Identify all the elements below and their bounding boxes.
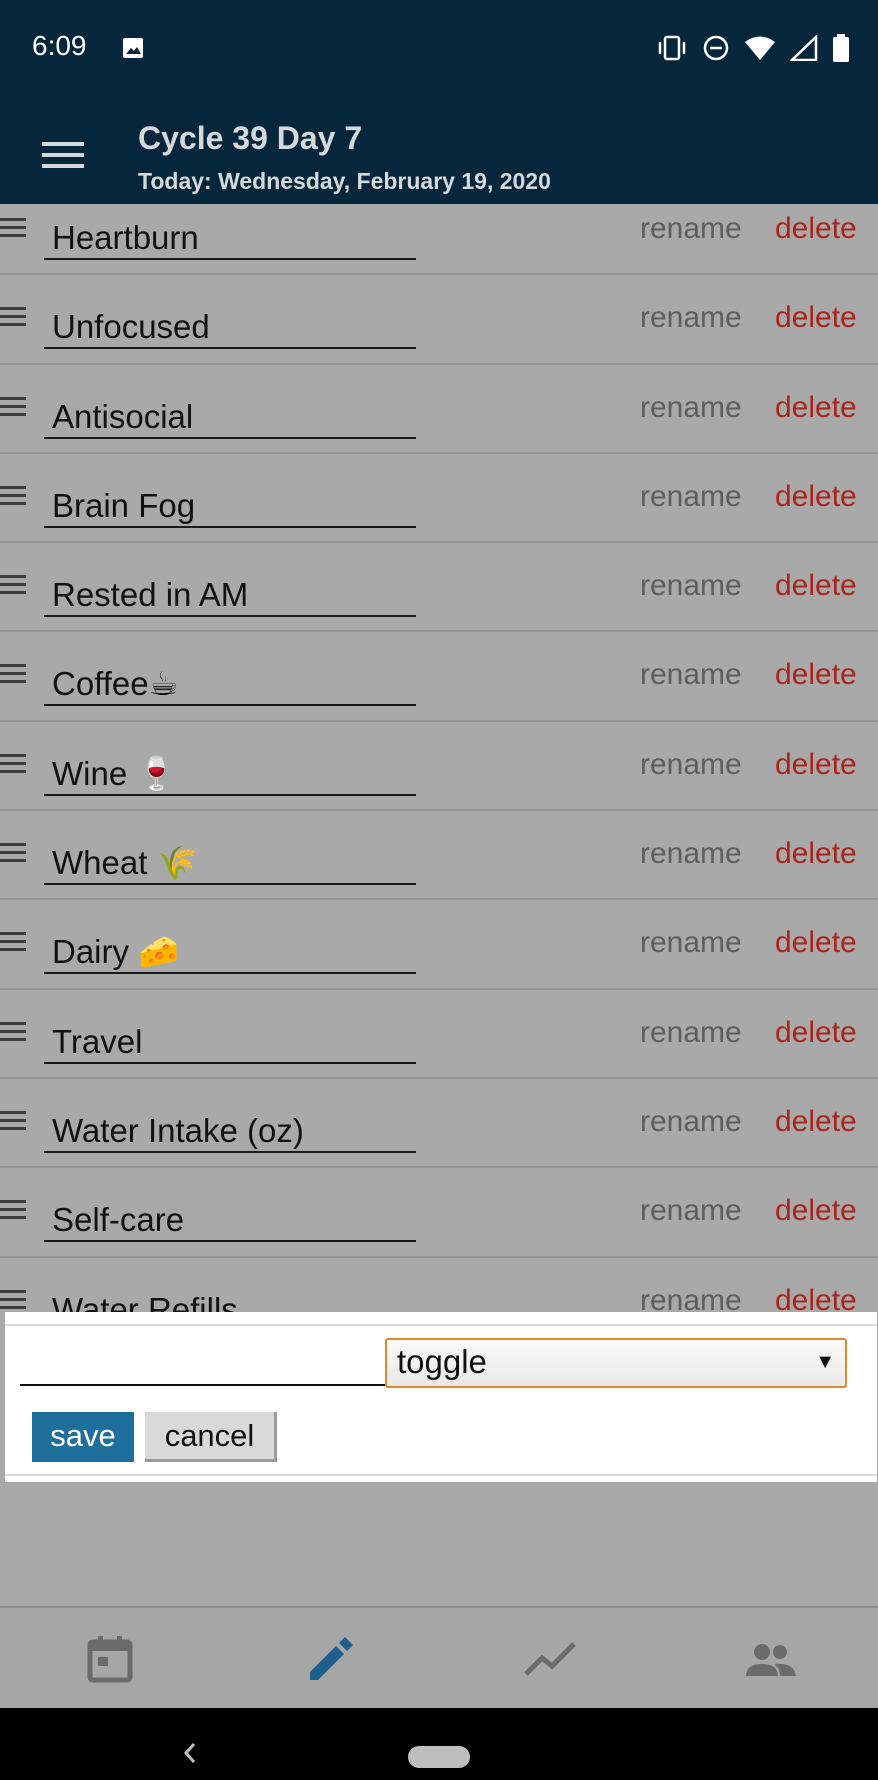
drag-handle-icon[interactable] [0, 1200, 26, 1220]
drag-handle-icon[interactable] [0, 575, 26, 595]
rename-link[interactable]: rename [640, 391, 742, 425]
system-navigation-bar [0, 1708, 878, 1780]
tag-name-field[interactable]: Dairy 🧀 [44, 930, 416, 975]
battery-icon [833, 34, 849, 62]
delete-link[interactable]: delete [775, 569, 857, 603]
rename-link[interactable]: rename [640, 837, 742, 871]
drag-handle-icon[interactable] [0, 753, 26, 774]
rename-link[interactable]: rename [640, 1016, 742, 1050]
delete-link[interactable]: delete [775, 212, 857, 246]
drag-handle-icon[interactable] [0, 664, 26, 684]
delete-link[interactable]: delete [775, 1016, 857, 1050]
tag-name-field[interactable]: Water Refills [44, 1288, 416, 1312]
delete-link[interactable]: delete [775, 1284, 857, 1312]
rename-link[interactable]: rename [640, 1105, 742, 1139]
status-time: 6:09 [32, 30, 87, 61]
calendar-icon[interactable] [80, 1630, 140, 1690]
tag-name-field[interactable]: Unfocused [44, 305, 416, 350]
delete-link[interactable]: delete [775, 926, 857, 960]
vibrate-icon [658, 35, 686, 61]
tag-name-field[interactable]: Coffee☕ [44, 662, 416, 707]
delete-link[interactable]: delete [775, 748, 857, 782]
rename-link[interactable]: rename [640, 212, 742, 246]
tag-name-field[interactable]: Antisocial [44, 395, 416, 439]
tag-name-field[interactable]: Water Intake (oz) [44, 1109, 416, 1153]
edit-pencil-icon[interactable] [300, 1630, 360, 1690]
status-bar: 6:09 [0, 0, 878, 100]
drag-handle-icon[interactable] [0, 396, 26, 417]
drag-handle-icon[interactable] [0, 932, 26, 952]
add-tag-panel: toggle ▼ save cancel [5, 1312, 877, 1482]
rename-link[interactable]: rename [640, 926, 742, 960]
drag-handle-icon[interactable] [0, 1289, 26, 1310]
rename-link[interactable]: rename [640, 748, 742, 782]
home-pill[interactable] [408, 1746, 470, 1768]
delete-link[interactable]: delete [775, 301, 857, 335]
delete-link[interactable]: delete [775, 391, 857, 425]
list-item: Coffee☕ rename delete [0, 632, 878, 722]
cellular-signal-icon [790, 35, 818, 61]
rename-link[interactable]: rename [640, 480, 742, 514]
list-item: Wine 🍷 rename delete [0, 722, 878, 812]
drag-handle-icon[interactable] [0, 485, 26, 506]
tag-name-field[interactable]: Heartburn [44, 216, 416, 260]
delete-link[interactable]: delete [775, 480, 857, 514]
panel-divider [5, 1324, 877, 1326]
delete-link[interactable]: delete [775, 658, 857, 692]
list-item: Heartburn rename delete [0, 204, 878, 276]
drag-handle-icon[interactable] [0, 1110, 26, 1131]
list-item: Antisocial rename delete [0, 365, 878, 454]
list-item: Brain Fog rename delete [0, 454, 878, 544]
tag-type-selected: toggle [397, 1343, 487, 1380]
delete-link[interactable]: delete [775, 1194, 857, 1228]
status-icons [656, 34, 850, 62]
do-not-disturb-icon [703, 35, 729, 61]
list-item: Unfocused rename delete [0, 275, 878, 365]
app-bar: Cycle 39 Day 7 Today: Wednesday, Februar… [0, 100, 878, 204]
panel-divider [5, 1474, 877, 1476]
list-item: Self-care rename delete [0, 1168, 878, 1258]
rename-link[interactable]: rename [640, 1194, 742, 1228]
tag-list[interactable]: Heartburn rename delete Unfocused rename dele… [0, 204, 878, 1312]
list-item: Travel rename delete [0, 990, 878, 1079]
page-title: Cycle 39 Day 7 [138, 120, 363, 156]
tag-name-field[interactable]: Wine 🍷 [44, 752, 416, 796]
wifi-icon [745, 36, 775, 60]
rename-link[interactable]: rename [640, 569, 742, 603]
trends-chart-icon[interactable] [520, 1630, 580, 1690]
drag-handle-icon[interactable] [0, 307, 26, 327]
delete-link[interactable]: delete [775, 837, 857, 871]
bottom-navigation [0, 1606, 878, 1708]
delete-link[interactable]: delete [775, 1105, 857, 1139]
dropdown-arrow-icon: ▼ [815, 1351, 835, 1373]
rename-link[interactable]: rename [640, 301, 742, 335]
today-date: Today: Wednesday, February 19, 2020 [138, 168, 551, 194]
tag-name-field[interactable]: Self-care [44, 1198, 416, 1243]
save-button[interactable]: save [32, 1412, 134, 1462]
rename-link[interactable]: rename [640, 1284, 742, 1312]
drag-handle-icon[interactable] [0, 843, 26, 863]
list-item: Rested in AM rename delete [0, 543, 878, 633]
hamburger-menu-icon[interactable] [42, 140, 84, 170]
back-icon[interactable] [180, 1738, 200, 1768]
drag-handle-icon[interactable] [0, 218, 26, 238]
list-item: Dairy 🧀 rename delete [0, 900, 878, 990]
tag-name-field[interactable]: Travel [44, 1020, 416, 1064]
tag-name-field[interactable]: Wheat 🌾 [44, 841, 416, 886]
new-tag-name-input[interactable] [20, 1346, 390, 1386]
cancel-button[interactable]: cancel [145, 1412, 277, 1462]
list-item: Water Intake (oz) rename delete [0, 1079, 878, 1169]
drag-handle-icon[interactable] [0, 1021, 26, 1042]
tag-name-field[interactable]: Rested in AM [44, 573, 416, 618]
people-icon[interactable] [740, 1630, 800, 1690]
list-item: Water Refills rename delete [0, 1258, 878, 1312]
rename-link[interactable]: rename [640, 658, 742, 692]
tag-name-field[interactable]: Brain Fog [44, 484, 416, 528]
image-icon [123, 38, 143, 58]
list-item: Wheat 🌾 rename delete [0, 811, 878, 901]
tag-type-select[interactable]: toggle ▼ [385, 1338, 847, 1388]
